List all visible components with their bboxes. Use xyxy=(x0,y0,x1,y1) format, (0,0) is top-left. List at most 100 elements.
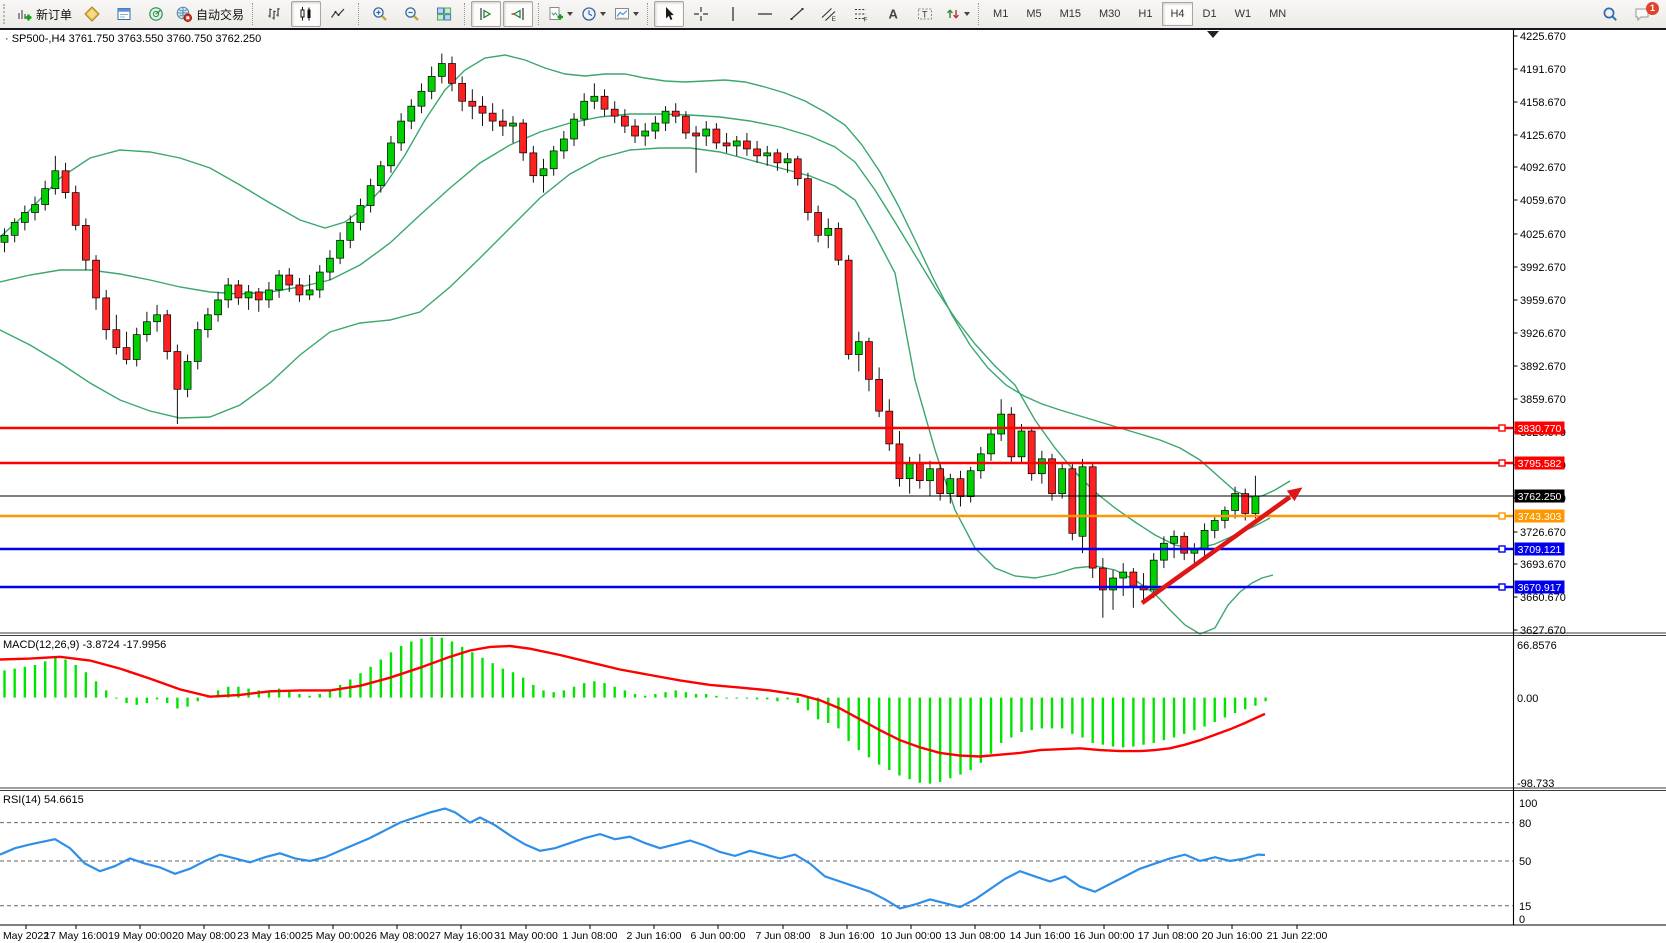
svg-text:6 Jun 00:00: 6 Jun 00:00 xyxy=(691,930,746,942)
svg-text:4191.670: 4191.670 xyxy=(1520,64,1566,76)
crosshair-button[interactable] xyxy=(686,1,716,27)
svg-text:3627.670: 3627.670 xyxy=(1520,625,1566,637)
autotrading-button-label: 自动交易 xyxy=(196,6,244,23)
search-button[interactable] xyxy=(1595,1,1625,27)
chart-shift-marker[interactable] xyxy=(1207,31,1219,38)
toolbar-separator xyxy=(978,3,980,25)
auto-scroll-button[interactable] xyxy=(471,1,501,27)
tf-w1-label: W1 xyxy=(1235,8,1252,20)
data-window-button[interactable] xyxy=(109,1,139,27)
svg-text:50: 50 xyxy=(1519,856,1531,868)
autotrading-button[interactable]: 自动交易 xyxy=(173,1,247,27)
toolbar-grip xyxy=(3,4,9,24)
svg-text:14 Jun 16:00: 14 Jun 16:00 xyxy=(1010,930,1071,942)
tf-mn-label: MN xyxy=(1269,8,1286,20)
zoom-out-button[interactable] xyxy=(397,1,427,27)
dropdown-caret-icon[interactable] xyxy=(600,12,606,16)
svg-text:23 May 16:00: 23 May 16:00 xyxy=(237,930,301,942)
template-chart-icon xyxy=(614,6,630,22)
macd-indicator-label: MACD(12,26,9) -3.8724 -17.9956 xyxy=(3,639,166,651)
svg-text:3992.670: 3992.670 xyxy=(1520,262,1566,274)
svg-text:21 Jun 22:00: 21 Jun 22:00 xyxy=(1267,930,1328,942)
horizontal-line-button[interactable] xyxy=(750,1,780,27)
tf-m15-label: M15 xyxy=(1060,8,1081,20)
tf-h1[interactable]: H1 xyxy=(1130,2,1160,26)
tf-w1[interactable]: W1 xyxy=(1227,2,1260,26)
text-a-icon: A xyxy=(885,6,901,22)
cursor-button[interactable] xyxy=(654,1,684,27)
svg-text:3892.670: 3892.670 xyxy=(1520,361,1566,373)
svg-text:0: 0 xyxy=(1519,914,1525,926)
arrows-button[interactable] xyxy=(942,1,973,27)
zoom-in-button[interactable] xyxy=(365,1,395,27)
templates-button[interactable] xyxy=(611,1,642,27)
tf-h4[interactable]: H4 xyxy=(1162,2,1192,26)
text-button[interactable]: A xyxy=(878,1,908,27)
svg-text:10 Jun 00:00: 10 Jun 00:00 xyxy=(881,930,942,942)
panel-borders xyxy=(0,30,1666,925)
svg-text:3726.670: 3726.670 xyxy=(1520,527,1566,539)
svg-text:27 May 16:00: 27 May 16:00 xyxy=(429,930,493,942)
chart-new-order-icon xyxy=(16,6,32,22)
add-indicator-icon xyxy=(548,6,564,22)
tile-windows-button[interactable] xyxy=(429,1,459,27)
data-window-icon xyxy=(116,6,132,22)
text-label-icon: T xyxy=(917,6,933,22)
tf-h1-label: H1 xyxy=(1138,8,1152,20)
navigator-button[interactable] xyxy=(141,1,171,27)
svg-text:25 May 00:00: 25 May 00:00 xyxy=(301,930,365,942)
tf-d1[interactable]: D1 xyxy=(1195,2,1225,26)
svg-text:0.00: 0.00 xyxy=(1517,693,1538,705)
notifications-button[interactable]: 1 xyxy=(1627,1,1657,27)
svg-text:100: 100 xyxy=(1519,798,1537,810)
tf-mn[interactable]: MN xyxy=(1261,2,1294,26)
toolbar-separator xyxy=(464,3,466,25)
indicators-button[interactable] xyxy=(545,1,576,27)
horizontal-line-icon xyxy=(757,6,773,22)
time-axis[interactable]: May 202217 May 16:0019 May 00:0020 May 0… xyxy=(3,925,1328,942)
mt4-terminal: 新订单 自动交易 E F AT M1M5 M15 M30 H1 H4D1 W1 MN 1 4225.67… xyxy=(0,0,1666,943)
trend-line-icon xyxy=(789,6,805,22)
svg-text:May 2022: May 2022 xyxy=(3,930,49,942)
svg-text:1 Jun 08:00: 1 Jun 08:00 xyxy=(563,930,618,942)
tf-m15[interactable]: M15 xyxy=(1052,2,1089,26)
dropdown-caret-icon[interactable] xyxy=(633,12,639,16)
bar-chart-button[interactable] xyxy=(259,1,289,27)
svg-text:-98.733: -98.733 xyxy=(1517,778,1554,790)
svg-text:3709.121: 3709.121 xyxy=(1518,544,1562,556)
svg-text:17 Jun 08:00: 17 Jun 08:00 xyxy=(1138,930,1199,942)
svg-text:4092.670: 4092.670 xyxy=(1520,162,1566,174)
svg-text:4125.670: 4125.670 xyxy=(1520,130,1566,142)
svg-text:8 Jun 16:00: 8 Jun 16:00 xyxy=(820,930,875,942)
line-chart-button[interactable] xyxy=(323,1,353,27)
candlestick-chart-icon xyxy=(298,6,314,22)
tf-m30[interactable]: M30 xyxy=(1091,2,1128,26)
periods-button[interactable] xyxy=(578,1,609,27)
text-label-button[interactable]: T xyxy=(910,1,940,27)
rsi-panel: 1008050150 xyxy=(0,798,1537,926)
crosshair-icon xyxy=(693,6,709,22)
svg-text:3743.303: 3743.303 xyxy=(1518,511,1562,523)
dropdown-caret-icon[interactable] xyxy=(567,12,573,16)
channel-button[interactable]: E xyxy=(814,1,844,27)
tf-m1[interactable]: M1 xyxy=(985,2,1016,26)
svg-text:66.8576: 66.8576 xyxy=(1517,640,1557,652)
svg-text:3762.250: 3762.250 xyxy=(1518,491,1562,503)
chart-shift-button[interactable] xyxy=(503,1,533,27)
fibonacci-icon: F xyxy=(853,6,869,22)
trendline-button[interactable] xyxy=(782,1,812,27)
line-chart-icon xyxy=(330,6,346,22)
dropdown-caret-icon[interactable] xyxy=(964,12,970,16)
vertical-line-button[interactable] xyxy=(718,1,748,27)
new-order-button[interactable]: 新订单 xyxy=(13,1,75,27)
tf-m5[interactable]: M5 xyxy=(1018,2,1049,26)
svg-text:4025.670: 4025.670 xyxy=(1520,229,1566,241)
candlestick-button[interactable] xyxy=(291,1,321,27)
bollinger-lower xyxy=(0,148,1273,634)
fibonacci-button[interactable]: F xyxy=(846,1,876,27)
svg-text:F: F xyxy=(864,17,868,23)
toolbar-separator xyxy=(647,3,649,25)
market-watch-button[interactable] xyxy=(77,1,107,27)
svg-text:16 Jun 00:00: 16 Jun 00:00 xyxy=(1074,930,1135,942)
chart-area[interactable]: 4225.6704191.6704158.6704125.6704092.670… xyxy=(0,0,1666,943)
